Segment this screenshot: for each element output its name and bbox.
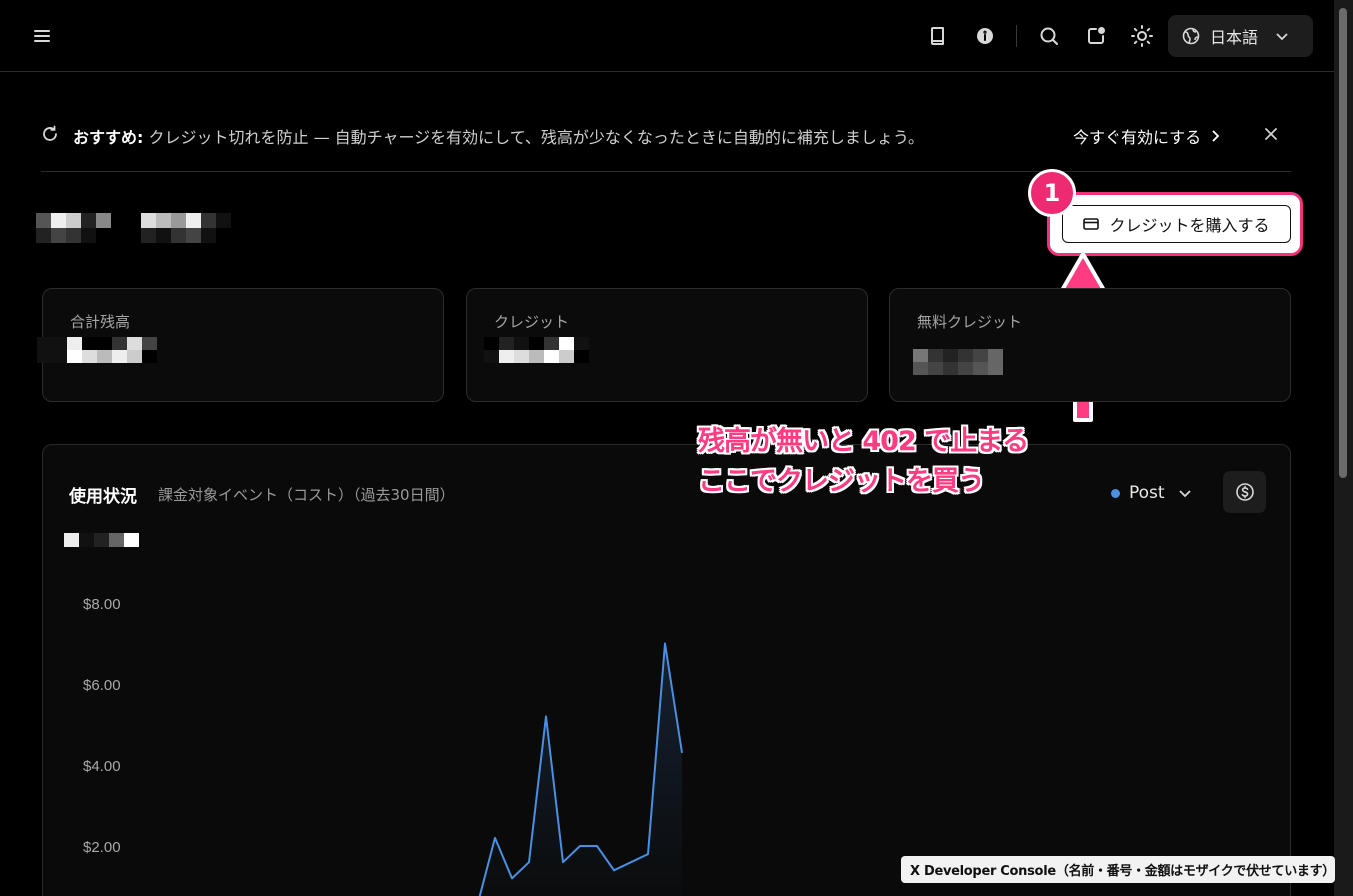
chevron-down-icon [1274, 28, 1290, 44]
annotation-line-1: 残高が無いと 402 で止まる [697, 426, 1029, 458]
auto-charge-banner: おすすめ: クレジット切れを防止 — 自動チャージを有効にして、残高が少なくなっ… [41, 110, 1291, 172]
toolbar-divider [1016, 25, 1017, 47]
info-icon[interactable] [973, 24, 997, 48]
annotation-line-2: ここでクレジットを買う [697, 466, 985, 498]
top-bar: 日本語 [0, 0, 1334, 72]
annotation-text: 残高が無いと 402 で止まる ここでクレジットを買う [697, 422, 1029, 502]
banner-text: クレジット切れを防止 — 自動チャージを有効にして、残高が少なくなったときに自動… [143, 128, 924, 147]
card-label: 無料クレジット [917, 313, 1023, 331]
y-tick-label: $2.00 [83, 839, 121, 856]
enable-now-link[interactable]: 今すぐ有効にする [1073, 124, 1221, 148]
refresh-icon [41, 125, 59, 147]
chevron-right-icon [1209, 129, 1221, 143]
usage-chart: $8.00 $6.00 $4.00 $2.00 [83, 596, 683, 896]
buy-credit-button[interactable]: クレジットを購入する [1062, 205, 1291, 243]
language-label: 日本語 [1210, 28, 1259, 47]
usage-panel: 使用状況 課金対象イベント（コスト）（過去30日間） Post $8.00 $6.… [42, 444, 1291, 896]
enable-now-label: 今すぐ有効にする [1073, 128, 1202, 147]
y-tick-label: $4.00 [83, 758, 121, 775]
watermark: X Developer Console（名前・番号・金額はモザイクで伏せています… [901, 856, 1335, 883]
series-area [479, 643, 682, 896]
scrollbar-thumb[interactable] [1339, 8, 1347, 478]
y-tick-label: $8.00 [83, 596, 121, 613]
card-label: クレジット [494, 313, 570, 331]
search-icon[interactable] [1037, 24, 1061, 48]
language-select[interactable]: 日本語 [1168, 15, 1313, 57]
hamburger-icon[interactable] [30, 24, 54, 48]
y-tick-label: $6.00 [83, 677, 121, 694]
banner-lead: おすすめ: [73, 128, 144, 147]
book-icon[interactable] [926, 24, 950, 48]
credit-card: クレジット [466, 288, 868, 402]
free-credit-card: 無料クレジット [889, 288, 1291, 402]
account-name-mosaic [36, 213, 231, 243]
card-label: 合計残高 [70, 313, 131, 331]
banner-message: おすすめ: クレジット切れを防止 — 自動チャージを有効にして、残高が少なくなっ… [73, 124, 924, 148]
amount-mosaic [37, 337, 157, 363]
globe-icon [1182, 27, 1200, 45]
close-icon[interactable] [1263, 126, 1279, 146]
sun-icon[interactable] [1130, 24, 1154, 48]
amount-mosaic [484, 337, 589, 363]
notification-icon[interactable] [1084, 24, 1108, 48]
amount-mosaic [913, 349, 1003, 375]
credit-card-icon [1083, 217, 1100, 231]
buy-credit-label: クレジットを購入する [1109, 216, 1270, 235]
page-scrollbar[interactable] [1334, 0, 1353, 896]
step-badge: 1 [1028, 169, 1076, 217]
total-balance-card: 合計残高 [37, 288, 444, 402]
